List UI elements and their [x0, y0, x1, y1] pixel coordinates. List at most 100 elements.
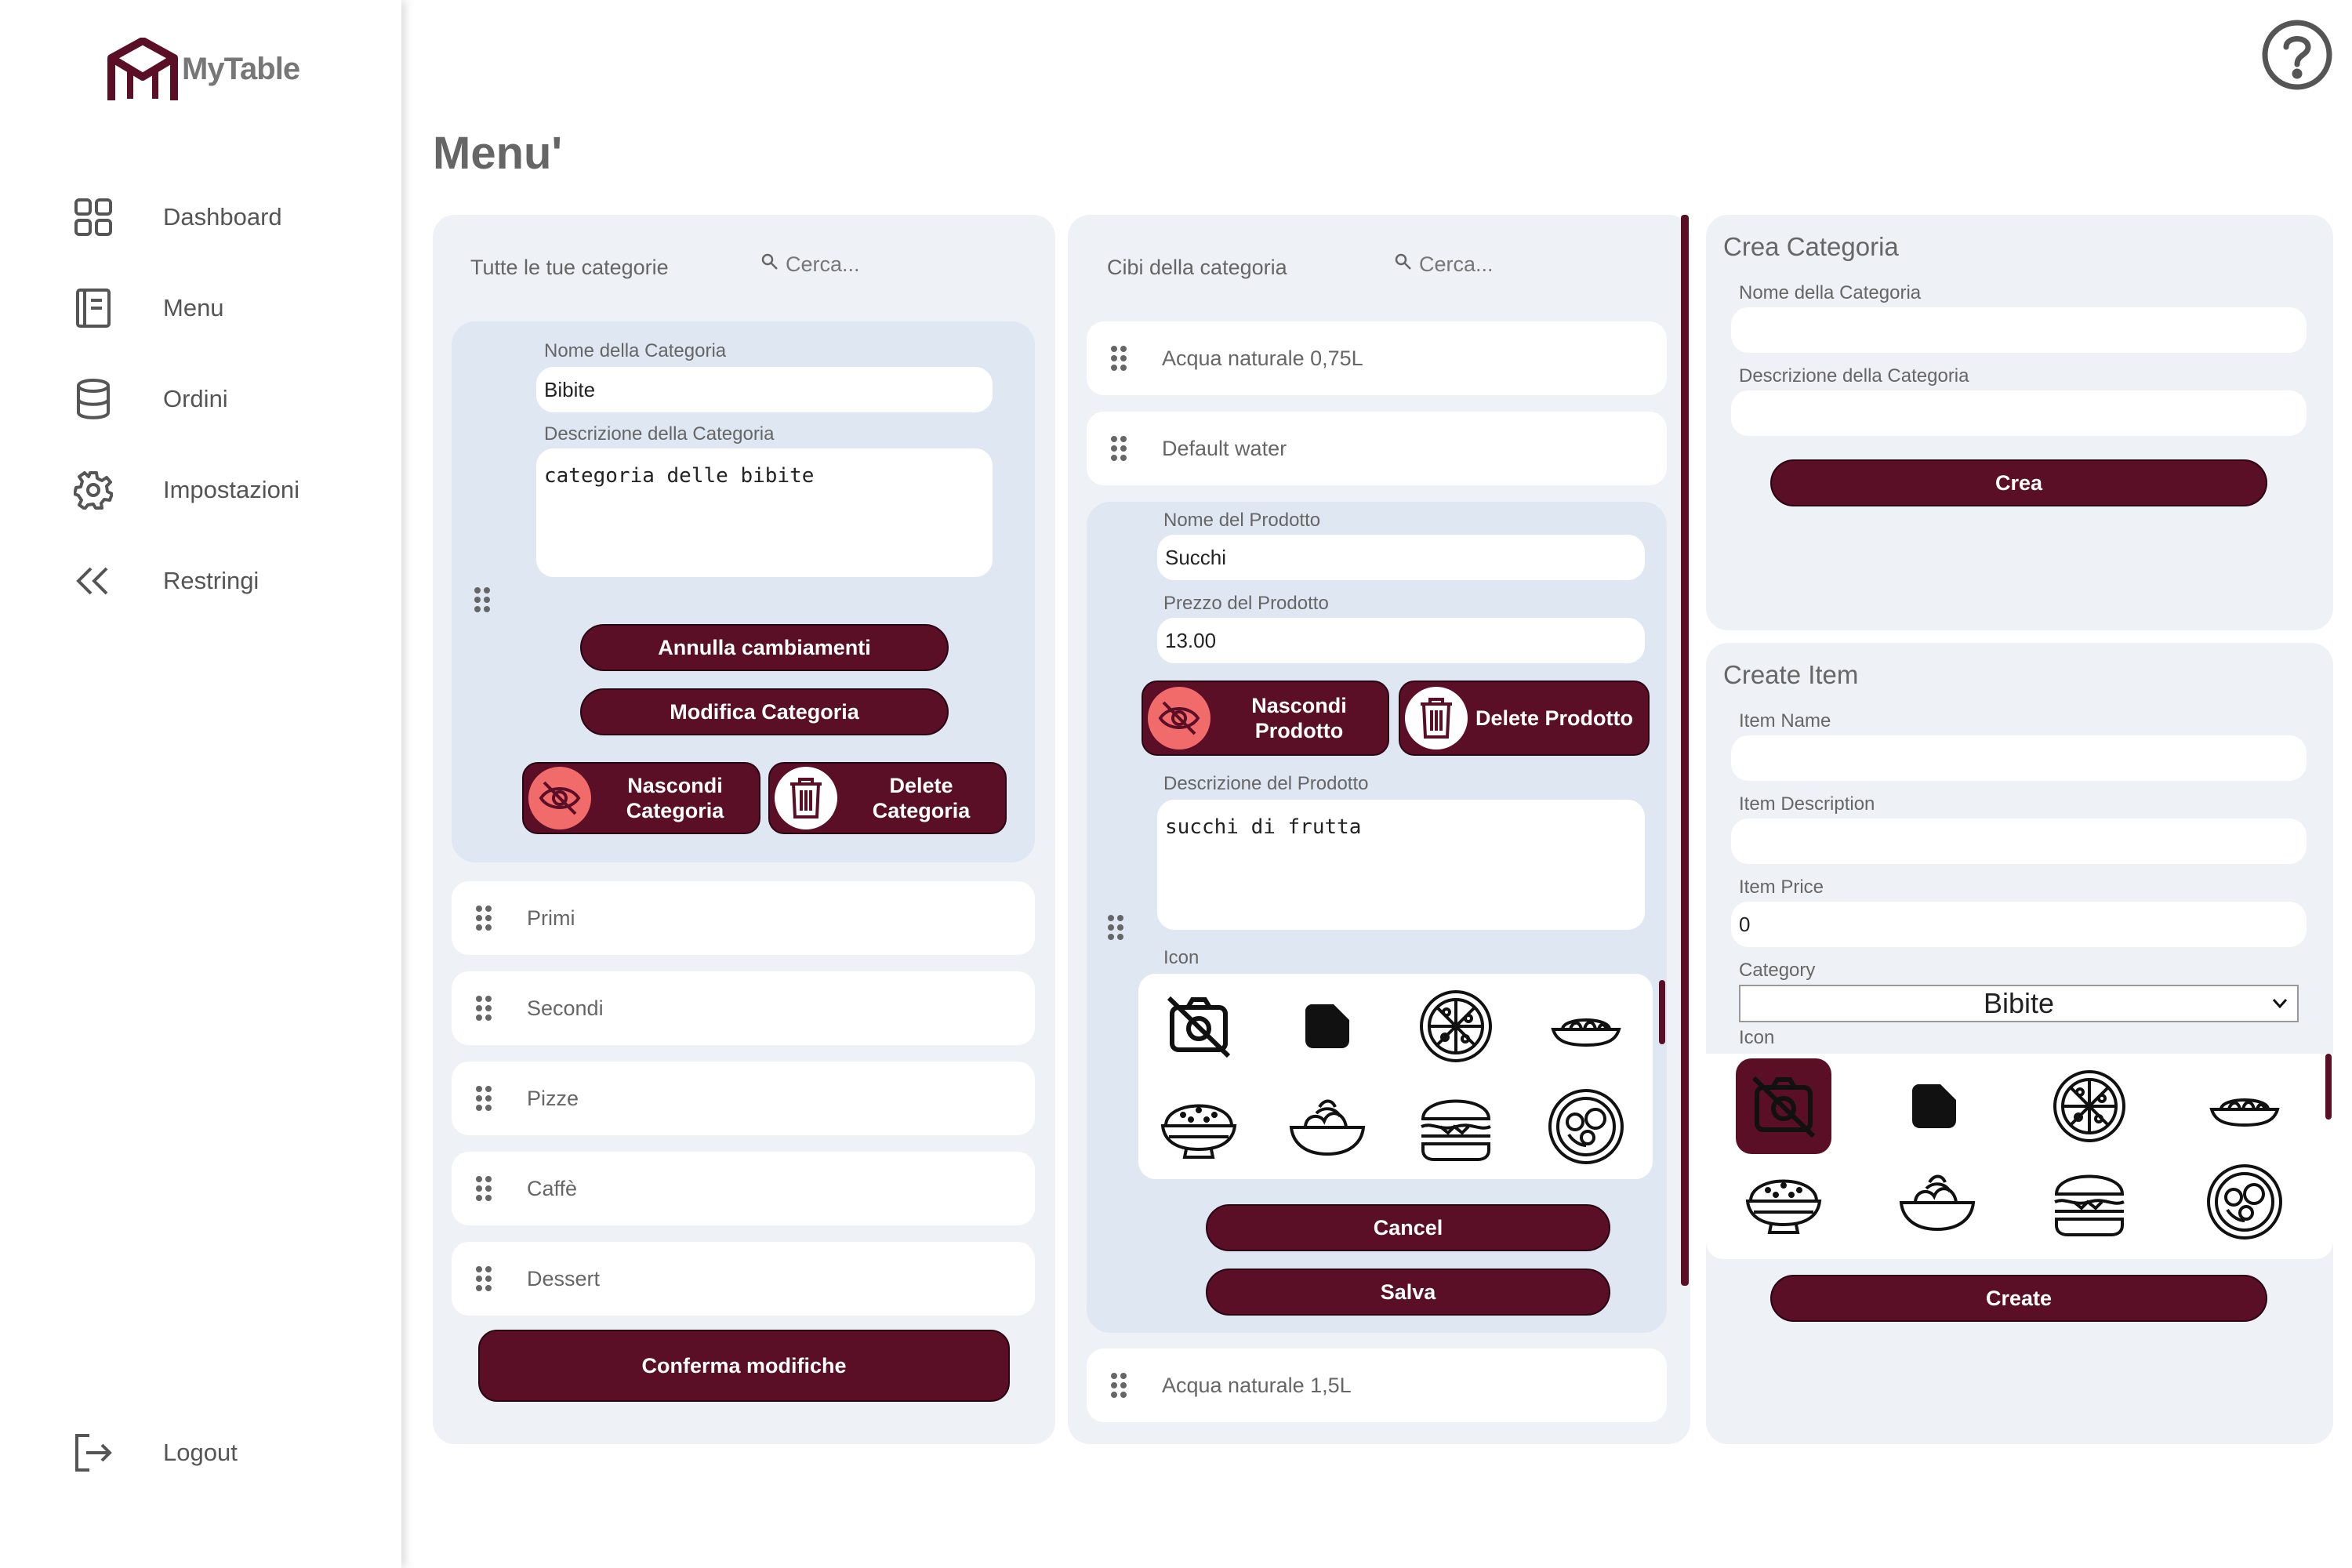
food-list-item-label: Acqua naturale 0,75L	[1162, 346, 1363, 370]
drag-handle-icon[interactable]	[474, 586, 491, 617]
search-icon	[1394, 252, 1413, 277]
no-image-icon[interactable]	[1156, 983, 1242, 1069]
category-list-item[interactable]: Pizze	[452, 1062, 1035, 1135]
drag-handle-icon[interactable]	[475, 995, 492, 1022]
pasta-plate-icon[interactable]	[1543, 983, 1629, 1069]
category-name-input[interactable]: Bibite	[536, 367, 993, 412]
foods-panel-scrollbar[interactable]	[1681, 215, 1689, 1286]
drag-handle-icon[interactable]	[475, 905, 492, 931]
page-title: Menu'	[433, 128, 563, 179]
icon-picker-scrollbar[interactable]	[1659, 980, 1665, 1044]
item-description-input[interactable]	[1731, 818, 2307, 864]
rice-bowl-icon[interactable]	[1740, 1159, 1827, 1245]
category-desc-textarea[interactable]: categoria delle bibite	[536, 448, 993, 577]
noodle-bowl-icon[interactable]	[1894, 1159, 1980, 1245]
create-category-desc-label: Descrizione della Categoria	[1739, 365, 1969, 387]
app-name: MyTable	[182, 52, 300, 86]
salva-button[interactable]: Salva	[1206, 1269, 1610, 1316]
conferma-modifiche-button[interactable]: Conferma modifiche	[478, 1330, 1010, 1402]
category-label: Category	[1739, 960, 1816, 981]
pizza-icon[interactable]	[2046, 1063, 2132, 1149]
create-button[interactable]: Create	[1770, 1275, 2267, 1322]
salad-plate-icon[interactable]	[2201, 1159, 2288, 1245]
product-desc-label: Descrizione del Prodotto	[1163, 773, 1369, 794]
delete-prodotto-label: Delete Prodotto	[1475, 706, 1634, 730]
sidebar-item-ordini[interactable]: Ordini	[69, 372, 383, 426]
item-name-input[interactable]	[1731, 735, 2307, 781]
drag-handle-icon[interactable]	[1110, 1372, 1127, 1399]
item-icon-picker-scrollbar[interactable]	[2325, 1054, 2332, 1120]
cancel-button[interactable]: Cancel	[1206, 1204, 1610, 1251]
drag-handle-icon[interactable]	[1110, 345, 1127, 372]
item-price-input[interactable]: 0	[1731, 902, 2307, 947]
delete-categoria-label-1: Delete	[889, 774, 953, 797]
category-select[interactable]: Bibite	[1739, 985, 2299, 1022]
nascondi-prodotto-button[interactable]: Nascondi Prodotto	[1142, 681, 1389, 756]
sidebar-item-label: Restringi	[163, 567, 260, 594]
foods-panel: Cibi della categoria Cerca... Acqua natu…	[1068, 215, 1690, 1444]
category-list-item[interactable]: Primi	[452, 881, 1035, 955]
sidebar: MyTable Dashboard Menu Ordini Impostazio…	[0, 0, 401, 1568]
modifica-categoria-button[interactable]: Modifica Categoria	[580, 688, 949, 735]
drag-handle-icon[interactable]	[475, 1175, 492, 1202]
create-item-panel: Create Item Item Name Item Description I…	[1706, 643, 2333, 1444]
create-category-name-input[interactable]	[1731, 307, 2307, 353]
sidebar-item-menu[interactable]: Menu	[69, 281, 383, 336]
salad-plate-icon[interactable]	[1543, 1083, 1629, 1170]
crea-button[interactable]: Crea	[1770, 459, 2267, 506]
dashboard-grid-icon	[69, 193, 118, 241]
help-icon[interactable]	[2261, 19, 2333, 91]
category-list-item-label: Secondi	[527, 996, 604, 1020]
blob-shape-icon[interactable]	[1891, 1063, 1977, 1149]
pasta-plate-icon[interactable]	[2201, 1063, 2288, 1149]
foods-search-placeholder: Cerca...	[1419, 252, 1494, 276]
delete-prodotto-button[interactable]: Delete Prodotto	[1399, 681, 1650, 756]
sidebar-item-restringi[interactable]: Restringi	[69, 554, 383, 608]
no-image-icon[interactable]	[1736, 1058, 1831, 1154]
delete-categoria-button[interactable]: Delete Categoria	[768, 762, 1007, 834]
food-list-item[interactable]: Acqua naturale 1,5L	[1087, 1348, 1667, 1422]
create-item-title: Create Item	[1723, 660, 1859, 689]
double-chevron-left-icon	[69, 557, 118, 605]
burger-icon[interactable]	[1413, 1083, 1499, 1170]
drag-handle-icon[interactable]	[1110, 435, 1127, 462]
item-icon-picker	[1706, 1054, 2333, 1259]
product-name-input[interactable]: Succhi	[1157, 535, 1645, 580]
sidebar-item-dashboard[interactable]: Dashboard	[69, 190, 383, 245]
item-icon-label: Icon	[1739, 1027, 1775, 1048]
item-price-label: Item Price	[1739, 877, 1824, 898]
drag-handle-icon[interactable]	[475, 1265, 492, 1292]
burger-icon[interactable]	[2046, 1159, 2132, 1245]
item-name-label: Item Name	[1739, 710, 1831, 731]
blob-shape-icon[interactable]	[1284, 983, 1370, 1069]
pizza-icon[interactable]	[1413, 983, 1499, 1069]
nascondi-categoria-label-1: Nascondi	[627, 774, 723, 797]
sidebar-item-label: Impostazioni	[163, 476, 300, 503]
product-icon-label: Icon	[1163, 947, 1200, 968]
nascondi-categoria-button[interactable]: Nascondi Categoria	[522, 762, 760, 834]
annulla-cambiamenti-button[interactable]: Annulla cambiamenti	[580, 624, 949, 671]
drag-handle-icon[interactable]	[475, 1085, 492, 1112]
category-list-item[interactable]: Dessert	[452, 1242, 1035, 1316]
category-list-item[interactable]: Secondi	[452, 971, 1035, 1045]
rice-bowl-icon[interactable]	[1156, 1083, 1242, 1170]
database-icon	[69, 375, 118, 423]
product-desc-textarea[interactable]: succhi di frutta	[1157, 800, 1645, 930]
noodle-bowl-icon[interactable]	[1284, 1083, 1370, 1170]
food-list-item-label: Acqua naturale 1,5L	[1162, 1373, 1352, 1397]
logout-button[interactable]: Logout	[69, 1425, 383, 1480]
food-list-item[interactable]: Default water	[1087, 412, 1667, 485]
food-list-item[interactable]: Acqua naturale 0,75L	[1087, 321, 1667, 395]
category-list-item[interactable]: Caffè	[452, 1152, 1035, 1225]
category-select-value: Bibite	[1983, 987, 2055, 1019]
create-category-desc-input[interactable]	[1731, 390, 2307, 436]
sidebar-item-impostazioni[interactable]: Impostazioni	[69, 463, 383, 517]
drag-handle-icon[interactable]	[1107, 914, 1124, 945]
sidebar-item-label: Ordini	[163, 385, 228, 412]
product-price-input[interactable]: 13.00	[1157, 618, 1645, 663]
foods-panel-title: Cibi della categoria	[1107, 256, 1287, 279]
search-icon	[760, 252, 779, 277]
foods-search[interactable]: Cerca...	[1394, 252, 1494, 277]
categories-search[interactable]: Cerca...	[760, 252, 860, 277]
product-edit-box: Nome del Prodotto Succhi Prezzo del Prod…	[1087, 502, 1667, 1333]
